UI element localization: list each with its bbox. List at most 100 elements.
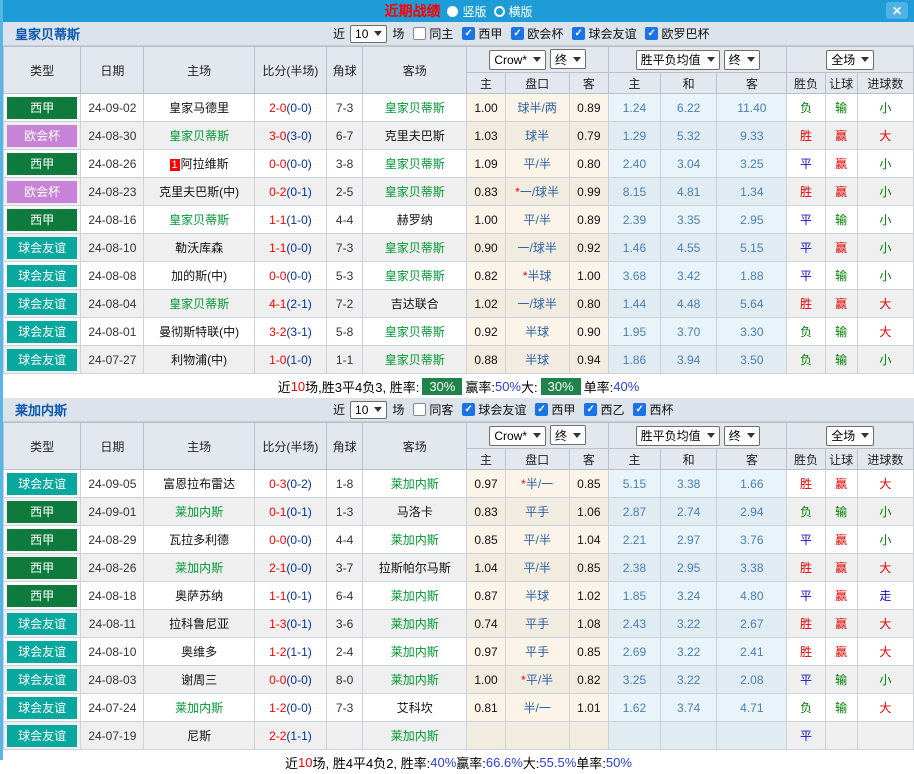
avg-select[interactable]: 胜平负均值 xyxy=(636,426,720,446)
corner-cell: 7-3 xyxy=(327,94,363,122)
handicap-value: 半球 xyxy=(528,269,552,283)
league-type-badge: 西甲 xyxy=(7,97,77,119)
filter-bar: 近10场同客球会友谊西甲西乙西杯 xyxy=(333,401,673,419)
away-team-cell: 皇家贝蒂斯 xyxy=(363,234,467,262)
league-filter-checkbox[interactable] xyxy=(645,27,658,40)
handicap-cell: 一/球半 xyxy=(505,290,569,318)
scope-select[interactable]: 全场 xyxy=(826,50,874,70)
match-row: 球会友谊24-08-03谢周三0-0(0-0)8-0莱加内斯1.00*平/半0.… xyxy=(4,666,914,694)
avg-home-cell: 3.68 xyxy=(608,262,660,290)
match-date: 24-08-11 xyxy=(89,617,136,631)
handicap-cell: 半球 xyxy=(505,346,569,374)
odds-time-select[interactable]: 终 xyxy=(550,49,586,69)
same-venue-checkbox[interactable] xyxy=(413,403,426,416)
result-group-header: 全场 xyxy=(787,423,914,449)
summary-text: 55.5% xyxy=(539,755,576,770)
halftime-score: (2-1) xyxy=(286,297,311,311)
odds-group-header: Crow*终 xyxy=(467,423,608,449)
avg-home-cell: 1.95 xyxy=(608,318,660,346)
handicap-cell: 平手 xyxy=(505,610,569,638)
avg-time-select[interactable]: 终 xyxy=(724,50,760,70)
avg-draw-cell: 3.22 xyxy=(661,666,717,694)
league-filter-checkbox[interactable] xyxy=(462,403,475,416)
fulltime-score: 2-0 xyxy=(269,101,286,115)
avg-away-cell: 1.66 xyxy=(717,470,787,498)
match-type-cell: 球会友谊 xyxy=(4,610,81,638)
home-odds-cell: 0.83 xyxy=(467,498,505,526)
league-type-badge: 球会友谊 xyxy=(7,237,77,259)
fulltime-score: 1-2 xyxy=(269,701,286,715)
scope-select[interactable]: 全场 xyxy=(826,426,874,446)
league-filter-checkbox[interactable] xyxy=(535,403,548,416)
score-cell: 0-0(0-0) xyxy=(254,262,326,290)
odds-company-select[interactable]: Crow* xyxy=(489,426,546,446)
away-odds-cell: 0.92 xyxy=(569,234,608,262)
close-button[interactable]: ✕ xyxy=(886,2,908,19)
odds-time-select[interactable]: 终 xyxy=(550,425,586,445)
score-cell: 1-1(1-0) xyxy=(254,206,326,234)
league-filter-checkbox[interactable] xyxy=(511,27,524,40)
home-odds-cell: 1.00 xyxy=(467,94,505,122)
same-venue-checkbox[interactable] xyxy=(413,27,426,40)
league-filter-checkbox[interactable] xyxy=(633,403,646,416)
away-team-cell: 皇家贝蒂斯 xyxy=(363,346,467,374)
match-date: 24-08-10 xyxy=(88,645,136,659)
fulltime-score: 2-2 xyxy=(269,729,286,743)
avg-draw-cell: 3.24 xyxy=(661,582,717,610)
handicap-value: 平/半 xyxy=(524,533,551,547)
avg-draw-cell: 2.74 xyxy=(661,498,717,526)
result-cell: 胜 xyxy=(787,470,825,498)
score-cell: 1-2(0-0) xyxy=(254,694,326,722)
result-sub-header: 胜负 xyxy=(787,449,825,470)
halftime-score: (0-1) xyxy=(286,505,311,519)
match-type-cell: 欧会杯 xyxy=(4,122,81,150)
corner-cell: 4-4 xyxy=(327,206,363,234)
match-count-select[interactable]: 10 xyxy=(350,401,387,419)
handicap-value: 半球 xyxy=(525,589,549,603)
league-filter-checkbox[interactable] xyxy=(462,27,475,40)
avg-sub-header: 客 xyxy=(717,73,787,94)
away-team-name: 莱加内斯 xyxy=(391,477,439,491)
summary-text: 单率: xyxy=(576,753,606,772)
match-row: 西甲24-08-18奥萨苏纳1-1(0-1)6-4莱加内斯0.87半球1.021… xyxy=(4,582,914,610)
handicap-result-cell: 输 xyxy=(825,346,857,374)
odds-group-header: Crow*终 xyxy=(467,47,608,73)
odds-company-select[interactable]: Crow* xyxy=(489,50,546,70)
home-odds-cell: 0.90 xyxy=(467,234,505,262)
fulltime-score: 1-1 xyxy=(269,589,286,603)
league-type-badge: 球会友谊 xyxy=(7,641,77,663)
avg-time-select[interactable]: 终 xyxy=(724,426,760,446)
handicap-cell: 平/半 xyxy=(505,150,569,178)
home-team-name: 奥萨苏纳 xyxy=(175,589,223,603)
radio-icon[interactable] xyxy=(494,6,505,17)
match-count-select[interactable]: 10 xyxy=(350,25,387,43)
match-row: 西甲24-08-261阿拉维斯0-0(0-0)3-8皇家贝蒂斯1.09平/半0.… xyxy=(4,150,914,178)
match-count-select-value: 10 xyxy=(355,27,368,41)
result-cell: 平 xyxy=(787,526,825,554)
away-odds-cell: 0.99 xyxy=(569,178,608,206)
home-team-name: 曼彻斯特联(中) xyxy=(159,325,239,339)
league-type-badge: 球会友谊 xyxy=(7,349,77,371)
match-date-cell: 24-07-19 xyxy=(81,722,144,750)
corner-score: 3-7 xyxy=(336,561,353,575)
away-team-cell: 皇家贝蒂斯 xyxy=(363,94,467,122)
home-team-cell: 皇家贝蒂斯 xyxy=(144,206,254,234)
avg-select[interactable]: 胜平负均值 xyxy=(636,50,720,70)
handicap-cell xyxy=(505,722,569,750)
home-team-name: 莱加内斯 xyxy=(175,561,223,575)
result-cell: 胜 xyxy=(787,554,825,582)
handicap-cell: 球半 xyxy=(505,122,569,150)
league-filter-checkbox[interactable] xyxy=(584,403,597,416)
home-team-cell: 利物浦(中) xyxy=(144,346,254,374)
layout-option-unselected[interactable]: 横版 xyxy=(494,3,533,20)
corner-cell: 7-3 xyxy=(327,234,363,262)
radio-icon[interactable] xyxy=(447,6,458,17)
league-filter-checkbox[interactable] xyxy=(572,27,585,40)
avg-away-cell: 5.15 xyxy=(717,234,787,262)
avg-home-cell: 3.25 xyxy=(608,666,660,694)
match-row: 欧会杯24-08-30皇家贝蒂斯3-0(3-0)6-7克里夫巴斯1.03球半0.… xyxy=(4,122,914,150)
match-row: 球会友谊24-07-24莱加内斯1-2(0-0)7-3艾科坎0.81半/一1.0… xyxy=(4,694,914,722)
layout-option-selected[interactable]: 竖版 xyxy=(447,3,486,20)
handicap-value: 半/一 xyxy=(524,701,551,715)
corner-cell: 2-5 xyxy=(327,178,363,206)
